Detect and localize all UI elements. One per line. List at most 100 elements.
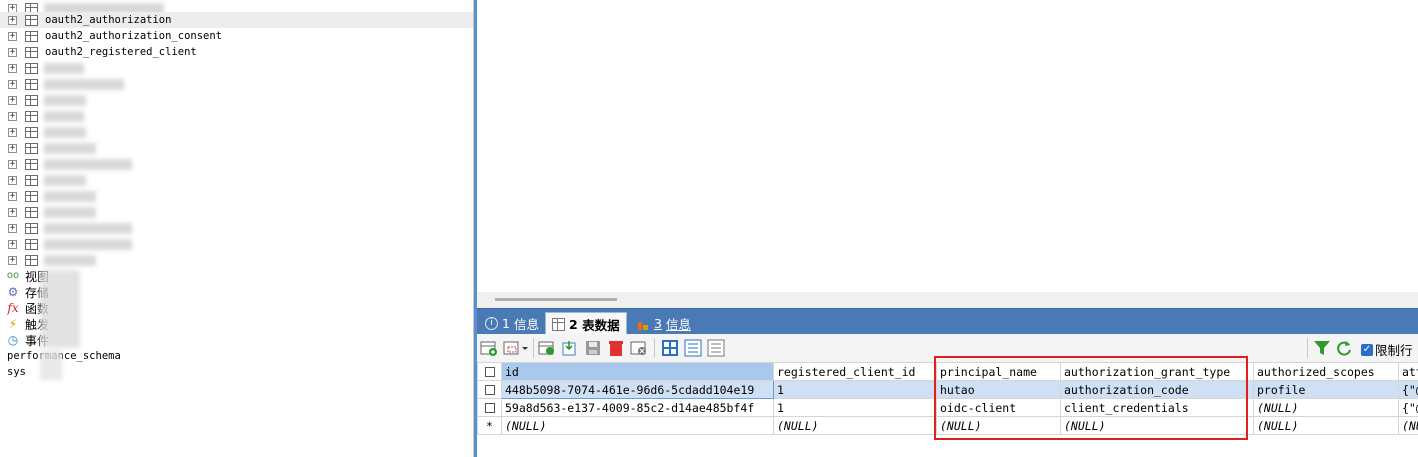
horizontal-scrollbar[interactable] (477, 292, 1418, 308)
redacted-label (44, 158, 132, 170)
cell-registered-client-id[interactable]: 1 (773, 380, 937, 399)
cell-principal-name[interactable]: oidc-client (936, 398, 1061, 417)
expand-icon[interactable]: + (8, 207, 17, 217)
column-header-authorized-scopes[interactable]: authorized_scopes (1253, 362, 1399, 381)
checkbox-checked-icon[interactable]: ✓ (1361, 343, 1373, 356)
tree-table-item[interactable]: + (0, 92, 473, 108)
expand-icon[interactable]: + (8, 191, 17, 201)
cell-attributes[interactable]: (NUL (1398, 416, 1418, 435)
cell-authorization-grant-type[interactable]: authorization_code (1060, 380, 1254, 399)
cell-authorized-scopes[interactable]: profile (1253, 380, 1399, 399)
discard-changes-icon[interactable] (630, 339, 648, 357)
filter-icon[interactable] (1313, 339, 1331, 357)
tree-table-item[interactable]: + (0, 60, 473, 76)
expand-icon[interactable]: + (8, 79, 17, 89)
table-icon (25, 30, 38, 42)
redacted-label (44, 78, 124, 90)
import-icon[interactable] (561, 339, 579, 357)
tab-info-3[interactable]: 3 信息 (631, 312, 697, 335)
expand-icon[interactable]: + (8, 239, 17, 249)
cell-principal-name[interactable]: (NULL) (936, 416, 1061, 435)
expand-icon[interactable]: + (8, 47, 17, 57)
expand-icon[interactable]: + (8, 127, 17, 137)
limit-rows-toggle[interactable]: ✓ 限制行 (1361, 340, 1413, 359)
expand-icon[interactable]: + (8, 159, 17, 169)
insert-row-icon[interactable] (480, 339, 498, 357)
expand-icon[interactable]: + (8, 175, 17, 185)
expand-icon[interactable]: + (8, 111, 17, 121)
checkbox-icon (484, 385, 495, 395)
tree-table-item[interactable]: + (0, 76, 473, 92)
grid-view-icon[interactable] (661, 339, 679, 357)
expand-icon[interactable]: + (8, 15, 17, 25)
checkbox-icon (484, 403, 495, 413)
expand-icon[interactable]: + (8, 143, 17, 153)
delete-icon[interactable] (607, 339, 625, 357)
tree-table-item[interactable]: + oauth2_registered_client (0, 44, 473, 60)
database-item[interactable]: sys (7, 366, 26, 378)
cell-attributes[interactable]: {"@ (1398, 398, 1418, 417)
table-name: oauth2_authorization_consent (45, 30, 223, 42)
table-row[interactable]: 448b5098-7074-461e-96d6-5cdadd104e19 1 h… (477, 380, 1418, 399)
column-header-principal-name[interactable]: principal_name (936, 362, 1061, 381)
column-header-attributes[interactable]: att (1398, 362, 1418, 381)
tree-table-item[interactable]: + (0, 236, 473, 252)
cell-attributes[interactable]: {"@ (1398, 380, 1418, 399)
cell-id[interactable]: (NULL) (501, 416, 774, 435)
table-icon (25, 62, 38, 74)
toolbar-separator (1307, 338, 1308, 358)
database-item[interactable]: performance_schema (7, 350, 121, 362)
tree-table-item[interactable]: + (0, 124, 473, 140)
cell-authorized-scopes[interactable]: (NULL) (1253, 416, 1399, 435)
cell-authorization-grant-type[interactable]: (NULL) (1060, 416, 1254, 435)
save-icon[interactable] (584, 339, 602, 357)
expand-icon[interactable]: + (8, 31, 17, 41)
table-row[interactable]: 59a8d563-e137-4009-85c2-d14ae485bf4f 1 o… (477, 398, 1418, 417)
table-icon (25, 94, 38, 106)
cell-authorized-scopes[interactable]: (NULL) (1253, 398, 1399, 417)
tree-table-item[interactable]: + (0, 172, 473, 188)
tree-table-item[interactable]: + (0, 252, 473, 268)
tree-table-item[interactable]: + (0, 204, 473, 220)
expand-icon[interactable]: + (8, 95, 17, 105)
column-header-registered-client-id[interactable]: registered_client_id (773, 362, 937, 381)
cell-principal-name[interactable]: hutao (936, 380, 1061, 399)
triggers-icon: ⚡ (8, 317, 18, 331)
tab-info[interactable]: i 1 信息 (479, 312, 545, 335)
column-header-authorization-grant-type[interactable]: authorization_grant_type (1060, 362, 1254, 381)
copy-row-icon[interactable] (503, 339, 529, 357)
expand-icon[interactable]: + (8, 255, 17, 265)
refresh-rows-icon[interactable] (538, 339, 556, 357)
tree-table-item[interactable]: + (0, 188, 473, 204)
table-row-new[interactable]: * (NULL) (NULL) (NULL) (NULL) (NULL) (NU… (477, 416, 1418, 435)
tree-table-item[interactable]: + oauth2_authorization (0, 12, 473, 28)
tree-table-item[interactable]: + (0, 156, 473, 172)
cell-registered-client-id[interactable]: (NULL) (773, 416, 937, 435)
cell-registered-client-id[interactable]: 1 (773, 398, 937, 417)
cell-id[interactable]: 59a8d563-e137-4009-85c2-d14ae485bf4f (501, 398, 774, 417)
column-header-id[interactable]: id (501, 362, 774, 381)
form-view-icon[interactable] (684, 339, 702, 357)
cell-id[interactable]: 448b5098-7074-461e-96d6-5cdadd104e19 (501, 380, 774, 399)
tree-table-item[interactable]: + (0, 140, 473, 156)
text-view-icon[interactable] (707, 339, 725, 357)
redacted-label (44, 94, 86, 106)
refresh-icon[interactable] (1335, 339, 1353, 357)
checkbox-icon (484, 367, 495, 377)
tree-table-item[interactable]: + (0, 108, 473, 124)
table-icon (25, 222, 38, 234)
table-icon (25, 110, 38, 122)
select-all-checkbox[interactable] (477, 362, 502, 381)
query-editor-area[interactable] (477, 0, 1418, 292)
tree-table-item[interactable]: + oauth2_authorization_consent (0, 28, 473, 44)
row-checkbox[interactable] (477, 398, 502, 417)
expand-icon[interactable]: + (8, 63, 17, 73)
row-checkbox[interactable] (477, 380, 502, 399)
scrollbar-thumb[interactable] (495, 298, 617, 301)
result-data-grid[interactable]: id registered_client_id principal_name a… (477, 362, 1418, 457)
expand-icon[interactable]: + (8, 223, 17, 233)
tree-table-item[interactable]: + (0, 220, 473, 236)
cell-authorization-grant-type[interactable]: client_credentials (1060, 398, 1254, 417)
tab-table-data[interactable]: 2 表数据 (545, 312, 627, 335)
redacted-label (44, 126, 86, 138)
